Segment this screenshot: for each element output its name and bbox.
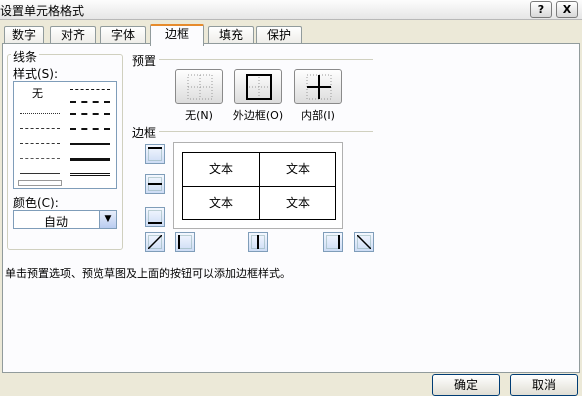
border-top-button[interactable]: [145, 144, 165, 164]
diagonal-down-border-icon: [357, 235, 371, 249]
border-middle-vertical-button[interactable]: [248, 232, 268, 252]
window-title: 设置单元格格式: [0, 4, 85, 18]
no-border-icon: [187, 74, 213, 100]
border-bottom-button[interactable]: [145, 207, 165, 227]
border-diagonal-down-button[interactable]: [354, 232, 374, 252]
line-style-slant-dash-dot[interactable]: [70, 101, 110, 103]
line-style-selected-frame: [18, 180, 62, 186]
inside-border-icon: [306, 74, 332, 100]
line-style-list[interactable]: 无: [13, 81, 117, 189]
cancel-button[interactable]: 取消: [510, 374, 578, 396]
preview-cell: 文本: [208, 196, 233, 210]
border-separator: [159, 131, 373, 132]
close-button[interactable]: X: [556, 1, 578, 18]
preview-cell: 文本: [208, 162, 233, 176]
diagonal-up-border-icon: [148, 235, 162, 249]
preview-cell: 文本: [285, 162, 310, 176]
line-style-thick[interactable]: [70, 158, 110, 161]
preset-inside-button[interactable]: [294, 69, 342, 104]
line-style-double[interactable]: [70, 173, 110, 176]
left-border-icon: [178, 235, 192, 249]
preset-outline-label: 外边框(O): [232, 109, 284, 122]
tab-border[interactable]: 边框: [150, 24, 204, 46]
border-diagonal-up-button[interactable]: [145, 232, 165, 252]
ok-button[interactable]: 确定: [432, 374, 500, 396]
inside-horizontal-border-icon: [148, 177, 162, 191]
presets-title: 预置: [132, 54, 157, 68]
border-left-button[interactable]: [175, 232, 195, 252]
line-style-medium[interactable]: [70, 143, 110, 145]
right-border-icon: [326, 235, 340, 249]
line-style-dash-dot[interactable]: [20, 143, 60, 144]
preview-cell: 文本: [285, 196, 310, 210]
line-style-thin[interactable]: [20, 173, 60, 174]
title-bar: 设置单元格格式 ? X: [0, 0, 582, 20]
border-preview[interactable]: 文本 文本 文本 文本: [173, 142, 343, 229]
bottom-border-icon: [148, 210, 162, 224]
preset-inside-label: 内部(I): [301, 109, 335, 122]
border-right-button[interactable]: [323, 232, 343, 252]
outline-border-icon: [246, 74, 272, 100]
color-label: 颜色(C):: [13, 196, 59, 210]
help-button[interactable]: ?: [530, 1, 552, 18]
color-select[interactable]: 自动 ▼: [13, 210, 117, 229]
chevron-down-icon[interactable]: ▼: [99, 211, 116, 228]
preset-none-button[interactable]: [175, 69, 223, 104]
preset-none-label: 无(N): [185, 109, 213, 122]
presets-separator: [159, 59, 373, 60]
hint-text: 单击预置选项、预览草图及上面的按钮可以添加边框样式。: [5, 267, 291, 280]
border-tab-panel: 线条 样式(S): 无 颜色(C): 自动 ▼ 预置 无(N) 外边框(O) 内…: [2, 43, 580, 373]
line-style-medium-dash-dot-dot[interactable]: [70, 89, 110, 90]
preset-outline-button[interactable]: [234, 69, 282, 104]
line-style-dash-dot-dot[interactable]: [20, 128, 60, 129]
line-style-medium-dash-dot[interactable]: [70, 113, 110, 115]
line-style-hair[interactable]: [20, 113, 60, 114]
line-style-medium-dashed[interactable]: [70, 128, 110, 130]
inside-vertical-border-icon: [251, 235, 265, 249]
border-middle-horizontal-button[interactable]: [145, 174, 165, 194]
line-style-none[interactable]: 无: [32, 85, 43, 101]
style-label: 样式(S):: [13, 67, 59, 81]
line-group-title: 线条: [11, 48, 40, 65]
line-style-dashed[interactable]: [20, 158, 60, 159]
border-title: 边框: [132, 126, 157, 140]
color-value: 自动: [43, 215, 68, 229]
top-border-icon: [148, 147, 162, 161]
